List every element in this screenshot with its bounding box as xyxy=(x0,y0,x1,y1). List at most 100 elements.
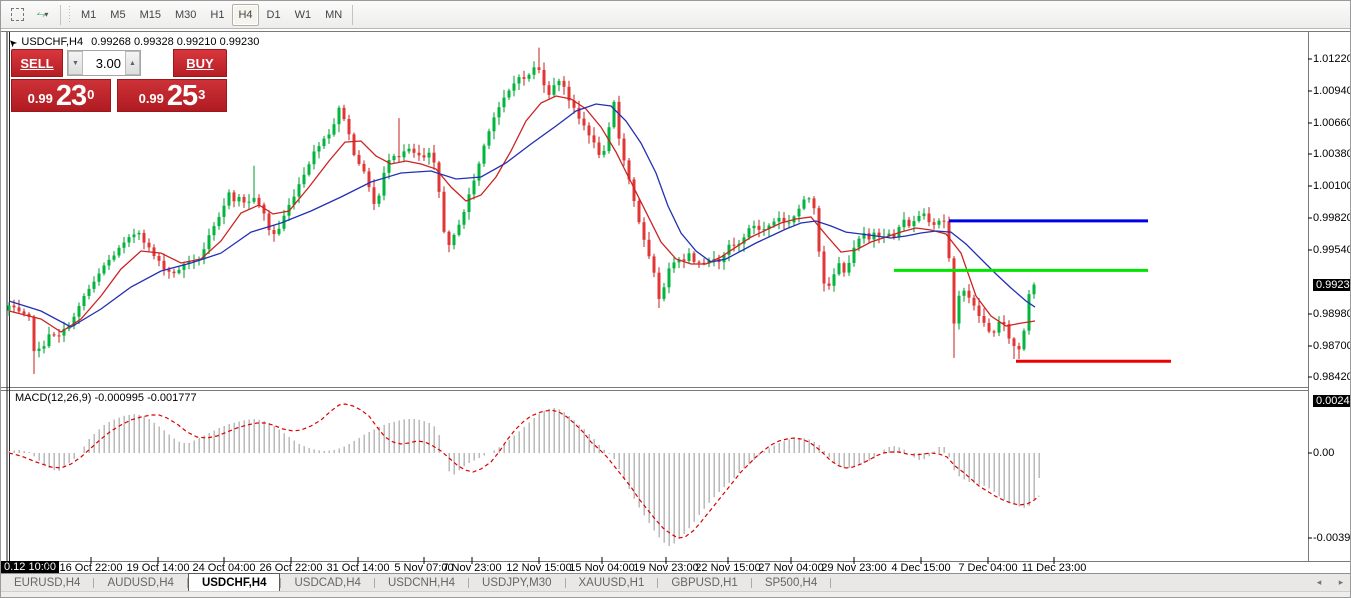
buy-button[interactable]: BUY xyxy=(173,49,227,77)
macd-histogram-bar xyxy=(344,447,345,454)
candle-body xyxy=(203,249,206,259)
timeframe-button-m5[interactable]: M5 xyxy=(104,4,131,26)
macd-histogram-bar xyxy=(144,417,145,454)
candle-body xyxy=(838,263,841,274)
candle-body xyxy=(248,202,251,203)
candle-body xyxy=(858,239,861,248)
macd-histogram-bar xyxy=(554,408,555,453)
candle-body xyxy=(113,256,116,260)
macd-histogram-bar xyxy=(174,439,175,453)
macd-histogram-bar xyxy=(384,425,385,453)
macd-histogram-bar xyxy=(94,434,95,453)
candle-body xyxy=(308,164,311,175)
macd-histogram-bar xyxy=(394,422,395,453)
candle-body xyxy=(493,117,496,131)
timeframe-button-w1[interactable]: W1 xyxy=(289,4,318,26)
timeframe-button-m1[interactable]: M1 xyxy=(75,4,102,26)
selection-box-icon[interactable] xyxy=(5,4,29,26)
tab-audusd[interactable]: AUDUSD,H4 xyxy=(94,574,186,591)
macd-histogram-bar xyxy=(214,431,215,454)
candle-body xyxy=(363,164,366,172)
tile-windows-icon[interactable]: ⥌▾ xyxy=(31,4,55,26)
candle-body xyxy=(728,245,731,255)
candle-body xyxy=(978,306,981,316)
macd-histogram-bar xyxy=(889,447,890,453)
candle-body xyxy=(548,85,551,95)
price-axis-label: 1.00660 xyxy=(1313,117,1351,129)
timeframe-button-h1[interactable]: H1 xyxy=(204,4,230,26)
candle-body xyxy=(288,205,291,216)
candle-body xyxy=(438,163,441,192)
lot-increase-button[interactable]: ▲ xyxy=(125,51,140,75)
candle-body xyxy=(1003,322,1006,324)
macd-histogram-bar xyxy=(349,444,350,453)
macd-histogram-bar xyxy=(274,426,275,453)
tab-xauusd[interactable]: XAUUSD,H1 xyxy=(566,574,658,591)
candle-body xyxy=(953,258,956,323)
macd-histogram-bar xyxy=(964,453,965,480)
macd-histogram-bar xyxy=(369,432,370,453)
candle-body xyxy=(813,198,816,208)
macd-histogram-bar xyxy=(539,414,540,453)
candle-body xyxy=(48,334,51,346)
tab-usdchf[interactable]: USDCHF,H4 xyxy=(188,573,281,591)
candle-body xyxy=(1023,331,1026,350)
macd-histogram-bar xyxy=(959,453,960,476)
candle-body xyxy=(38,349,41,351)
timeframe-button-d1[interactable]: D1 xyxy=(261,4,287,26)
bid-quote[interactable]: 0.99 23 0 xyxy=(11,79,111,112)
macd-histogram-bar xyxy=(484,453,485,456)
candle-body xyxy=(558,81,561,85)
tab-gbpusd[interactable]: GBPUSD,H1 xyxy=(658,574,750,591)
candle-body xyxy=(778,218,781,222)
candle-body xyxy=(883,237,886,238)
macd-histogram-bar xyxy=(874,453,875,459)
tab-usdjpy[interactable]: USDJPY,M30 xyxy=(469,574,564,591)
timeframe-button-mn[interactable]: MN xyxy=(319,4,348,26)
macd-histogram-bar xyxy=(754,453,755,460)
macd-histogram-bar xyxy=(939,447,940,453)
candle-body xyxy=(623,139,626,161)
tab-usdcad[interactable]: USDCAD,H4 xyxy=(281,574,373,591)
candle-body xyxy=(258,198,261,205)
timeframe-button-h4[interactable]: H4 xyxy=(232,4,258,26)
macd-signal-line xyxy=(9,404,1039,538)
candle-body xyxy=(408,149,411,152)
macd-histogram-bar xyxy=(189,443,190,453)
lot-size-input[interactable] xyxy=(83,51,125,75)
macd-histogram-bar xyxy=(569,416,570,453)
macd-histogram-bar xyxy=(709,453,710,503)
candle-body xyxy=(923,214,926,217)
price-axis-label: 1.00940 xyxy=(1313,85,1351,97)
timeframe-button-m15[interactable]: M15 xyxy=(134,4,167,26)
macd-histogram-bar xyxy=(634,453,635,499)
macd-histogram-bar xyxy=(679,453,680,539)
macd-axis-label: 0.00 xyxy=(1313,447,1334,459)
tab-scroll-left-button[interactable]: ◂ xyxy=(1309,573,1329,591)
sell-button[interactable]: SELL xyxy=(11,49,63,77)
candle-body xyxy=(1028,294,1031,331)
macd-histogram-bar xyxy=(29,452,30,453)
macd-histogram-bar xyxy=(9,451,10,453)
candle-body xyxy=(648,240,651,256)
tab-sp500[interactable]: SP500,H4 xyxy=(752,574,830,591)
macd-histogram-bar xyxy=(259,420,260,453)
macd-histogram-bar xyxy=(164,430,165,453)
lot-decrease-button[interactable]: ▼ xyxy=(68,51,83,75)
macd-histogram-bar xyxy=(509,440,510,453)
macd-histogram-bar xyxy=(54,453,55,470)
candle-body xyxy=(758,226,761,230)
candle-body xyxy=(553,85,556,95)
macd-histogram-bar xyxy=(724,453,725,487)
macd-histogram-bar xyxy=(804,438,805,453)
macd-histogram xyxy=(9,408,1040,546)
tab-eurusd[interactable]: EURUSD,H4 xyxy=(1,574,93,591)
candle-body xyxy=(63,329,66,336)
candle-body xyxy=(718,259,721,262)
timeframe-button-m30[interactable]: M30 xyxy=(169,4,202,26)
tab-scroll-right-button[interactable]: ▸ xyxy=(1331,573,1351,591)
ask-quote[interactable]: 0.99 25 3 xyxy=(117,79,227,112)
candle-body xyxy=(433,153,436,163)
candle-body xyxy=(128,237,131,242)
tab-usdcnh[interactable]: USDCNH,H4 xyxy=(375,574,468,591)
